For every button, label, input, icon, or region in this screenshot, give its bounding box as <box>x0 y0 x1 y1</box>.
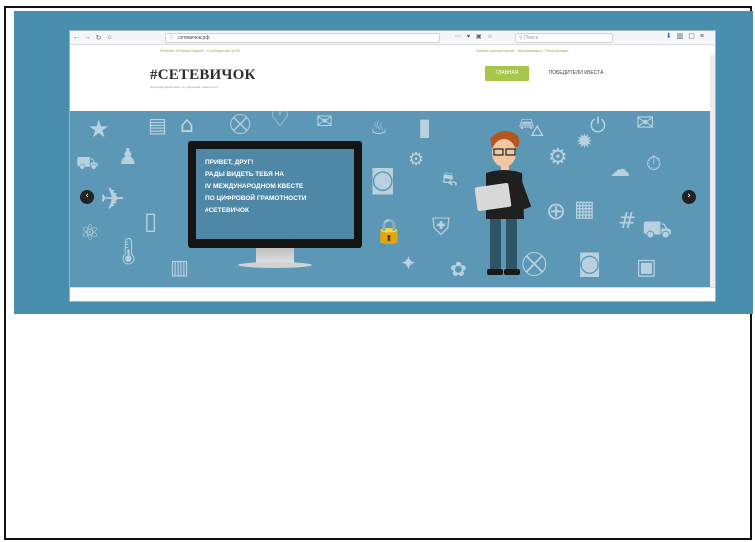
info-icon: ⓘ <box>169 35 175 41</box>
menu-icon[interactable]: ≡ <box>700 33 709 40</box>
cart-icon: ⛟ <box>76 153 99 174</box>
hashtag-icon: # <box>618 209 637 234</box>
photo-icon: ▣ <box>636 255 657 280</box>
site-logo[interactable]: #СЕТЕВИЧОК <box>150 67 256 84</box>
slider-prev-button[interactable]: ‹ <box>80 190 94 204</box>
email-icon: ✉ <box>636 111 655 136</box>
page-below-hero <box>70 287 715 301</box>
hero-line-2: РАДЫ ВИДЕТЬ ТЕБЯ НА <box>205 171 284 178</box>
lock-icon: 🔒 <box>374 217 404 245</box>
character-illustration <box>474 131 532 275</box>
camera-icon-2: ◙ <box>578 249 602 277</box>
camera-icon: ◙ <box>370 165 396 195</box>
magnify-icon: ⊕ <box>546 197 567 225</box>
monitor-base <box>238 262 312 268</box>
gear-icon: ⚙ <box>548 145 568 170</box>
reload-icon[interactable]: ↻ <box>94 34 103 42</box>
top-links-right[interactable]: Забыл пароль/логин · Авторизация · Регис… <box>476 48 568 53</box>
hero-line-3: IV МЕЖДУНАРОДНОМ КВЕСТЕ <box>205 183 304 190</box>
heart-icon: ♡ <box>270 111 290 132</box>
network-icon: ⚛ <box>80 221 100 246</box>
download-icon[interactable]: ⬇ <box>666 33 677 40</box>
plug-icon: ⏻ <box>590 113 606 137</box>
library-icon[interactable]: ▥ <box>677 33 689 40</box>
address-bar[interactable]: ⓘ сетевичок.рф <box>165 33 440 43</box>
calculator-icon: ▦ <box>574 197 595 222</box>
cart-icon-2: ⛟ <box>642 215 673 243</box>
nav-winners-button[interactable]: ПОБЕДИТЕЛИ КВЕСТА <box>539 66 613 81</box>
mouse-icon: ⌂ <box>180 113 194 138</box>
hero-line-5: #СЕТЕВИЧОК <box>205 207 249 214</box>
address-text: сетевичок.рф <box>178 35 210 41</box>
shield-icon: ⛨ <box>432 213 450 241</box>
nav-home-button[interactable]: ГЛАВНАЯ <box>485 66 529 81</box>
browser-toolbar: ← → ↻ ⌂ ⓘ сетевичок.рф ⋯ ♥ ▣ ☆ ⚲ Поиск ⬇… <box>70 31 715 45</box>
weather-icon: ☁ <box>610 157 630 181</box>
star-icon: ★ <box>88 115 110 143</box>
bulb-icon: ♨ <box>370 115 388 139</box>
book-icon: ▤ <box>148 113 167 137</box>
hero-line-4: ПО ЦИФРОВОЙ ГРАМОТНОСТИ <box>205 195 307 202</box>
browser-window: ← → ↻ ⌂ ⓘ сетевичок.рф ⋯ ♥ ▣ ☆ ⚲ Поиск ⬇… <box>69 30 716 302</box>
hero-slider: ★ ♟ ⛟ ✈ ⚛ 🌡 ▤ ▯ ▥ ⌂ ⛒ ♡ ✉ ♨ ◙ 🔒 ✦ ⚙ ▮ ⛨ … <box>70 111 715 287</box>
airplane-icon: ✈ <box>100 182 126 217</box>
search-input[interactable]: ⚲ Поиск <box>515 33 613 43</box>
home-icon[interactable]: ⌂ <box>105 34 114 41</box>
page-actions[interactable]: ⋯ ♥ ▣ ☆ <box>455 33 495 40</box>
thermometer-icon: 🌡 <box>112 237 146 267</box>
share-icon: ⚙ <box>408 149 425 170</box>
forward-icon[interactable]: → <box>83 34 92 41</box>
monitor-screen: ПРИВЕТ, ДРУГ! РАДЫ ВИДЕТЬ ТЕБЯ НА IV МЕЖ… <box>196 149 354 239</box>
sidebar-icon[interactable]: ▢ <box>688 33 700 40</box>
chat-icon: ✉ <box>316 111 333 133</box>
logo-subtitle: международный квест по цифровой грамотно… <box>150 85 219 89</box>
basket-icon: ⛒ <box>230 111 251 135</box>
hero-line-1: ПРИВЕТ, ДРУГ! <box>205 159 254 166</box>
car-icon: ⛐ <box>442 169 458 190</box>
chart-icon: ▥ <box>170 255 189 279</box>
gamepad-icon: ✦ <box>400 251 417 275</box>
pin-icon: ✿ <box>450 257 467 281</box>
fridge-icon: ▯ <box>144 207 158 235</box>
back-icon[interactable]: ← <box>72 34 81 41</box>
page-scrollbar[interactable] <box>710 55 715 287</box>
clock-icon: ⏱ <box>646 151 662 175</box>
slider-next-button[interactable]: › <box>682 190 696 204</box>
phone-icon: ▮ <box>418 113 432 141</box>
monitor-illustration: ПРИВЕТ, ДРУГ! РАДЫ ВИДЕТЬ ТЕБЯ НА IV МЕЖ… <box>188 141 362 248</box>
site-header: #СЕТЕВИЧОК международный квест по цифров… <box>70 55 715 111</box>
search-placeholder: Поиск <box>524 35 538 41</box>
users-icon: ♟ <box>118 145 138 170</box>
toolbar-right-icons: ⬇▥▢≡ <box>666 32 709 40</box>
top-links-left[interactable]: Рейтинг Отзывы нашей · Сообщество в VK <box>160 48 240 53</box>
site-top-links: Рейтинг Отзывы нашей · Сообщество в VK З… <box>70 46 715 55</box>
